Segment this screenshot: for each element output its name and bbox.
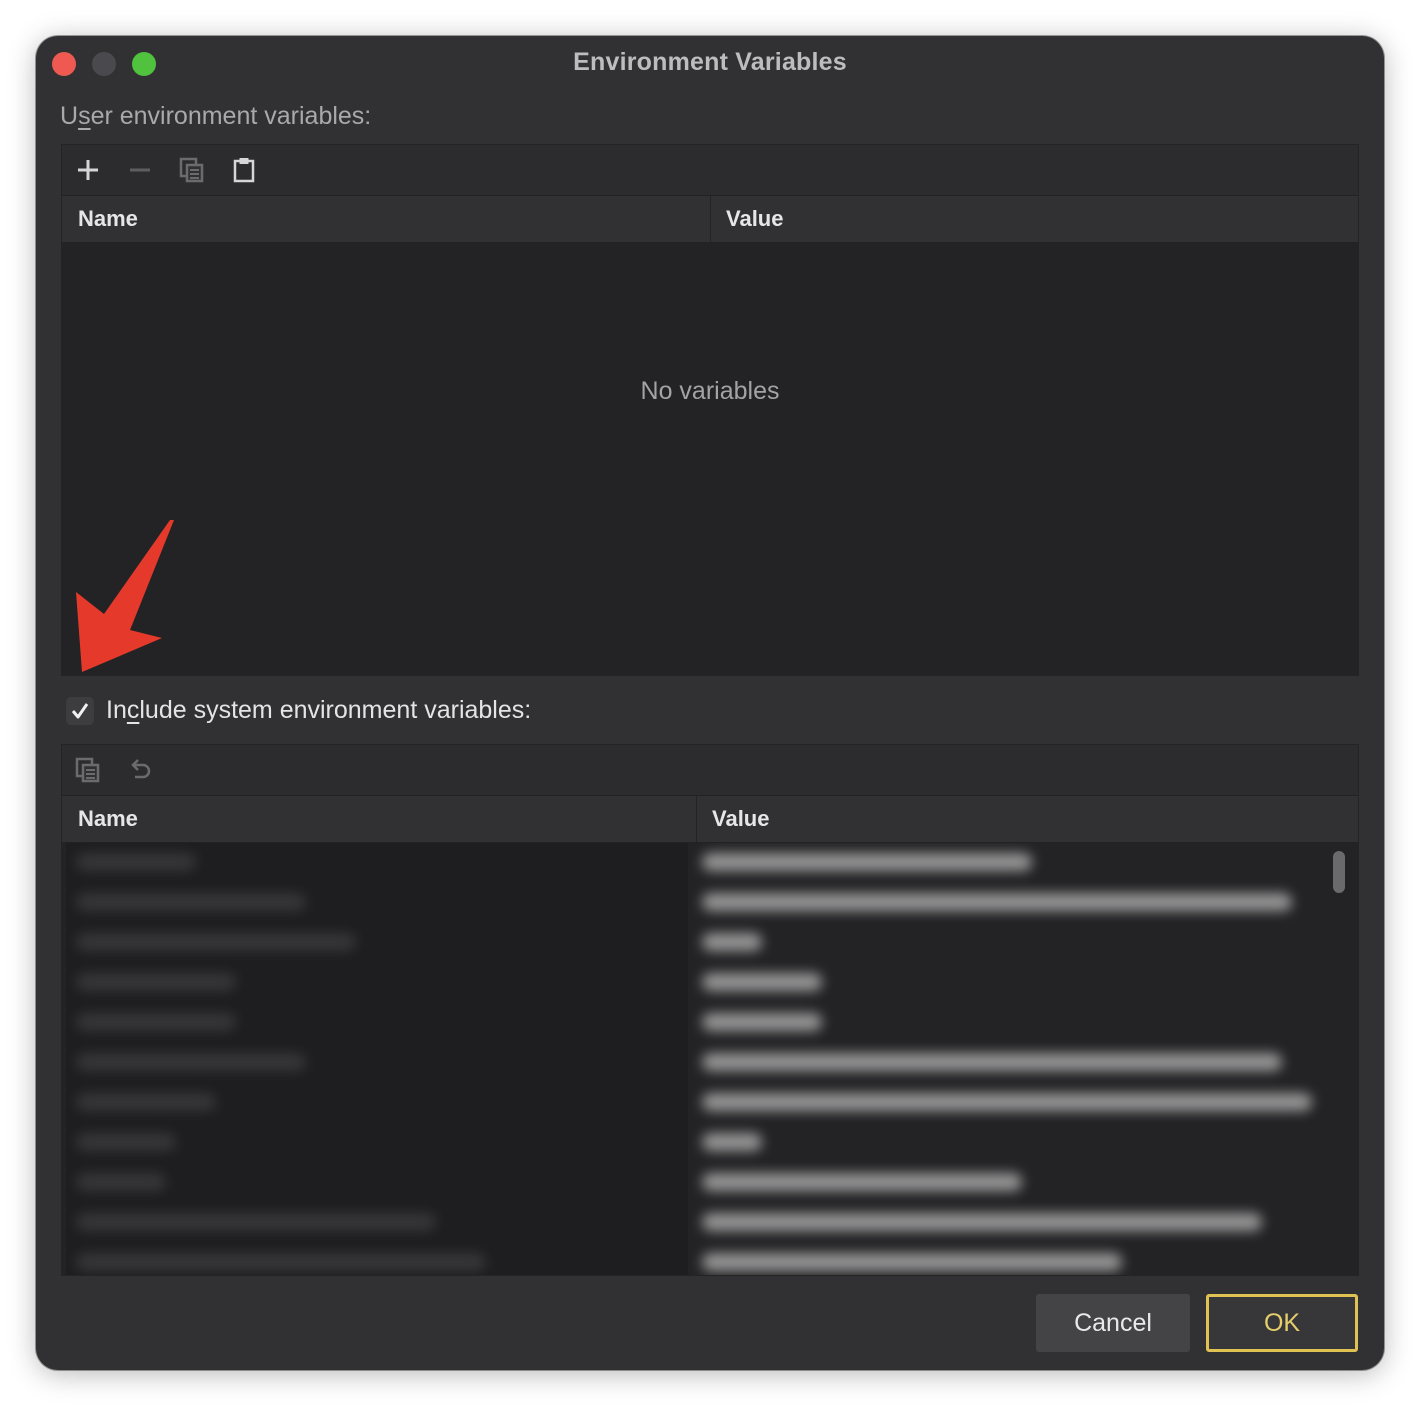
table-row[interactable] — [66, 1243, 1328, 1275]
title-bar: Environment Variables — [36, 36, 1384, 92]
system-variables-table-header: Name Value — [62, 795, 1358, 843]
name-column-header[interactable]: Name — [78, 796, 138, 842]
value-column-header[interactable]: Value — [726, 196, 783, 242]
environment-variables-dialog: Environment Variables User environment v… — [36, 36, 1384, 1370]
scrollbar-thumb[interactable] — [1333, 851, 1345, 893]
remove-variable-button[interactable] — [122, 152, 158, 188]
system-variables-panel: Name Value — [61, 744, 1359, 1276]
redacted-variable-name — [76, 893, 306, 911]
include-system-variables-label[interactable]: Include system environment variables: — [106, 696, 531, 725]
copy-system-variable-button[interactable] — [70, 752, 106, 788]
table-row[interactable] — [66, 1043, 1328, 1083]
table-row[interactable] — [66, 963, 1328, 1003]
system-variables-table[interactable] — [62, 843, 1358, 1275]
redacted-variable-name — [76, 1053, 306, 1071]
include-system-variables-checkbox[interactable] — [66, 697, 94, 725]
user-variables-label: User environment variables: — [60, 102, 372, 130]
user-variables-table[interactable]: No variables — [62, 243, 1358, 675]
redacted-variable-name — [76, 1253, 486, 1271]
annotation-arrow-icon — [76, 520, 174, 672]
redacted-variable-value — [702, 1133, 762, 1151]
cancel-button[interactable]: Cancel — [1036, 1294, 1190, 1352]
revert-system-variable-button[interactable] — [122, 752, 158, 788]
redacted-variable-name — [76, 933, 356, 951]
table-row[interactable] — [66, 923, 1328, 963]
paste-variable-button[interactable] — [226, 152, 262, 188]
redacted-variable-name — [76, 1133, 176, 1151]
redacted-variable-name — [76, 1093, 216, 1111]
ok-button[interactable]: OK — [1206, 1294, 1358, 1352]
redacted-variable-value — [702, 973, 822, 991]
table-row[interactable] — [66, 1203, 1328, 1243]
name-column-header[interactable]: Name — [78, 196, 138, 242]
redacted-variable-name — [76, 1213, 436, 1231]
window-title: Environment Variables — [573, 48, 847, 76]
remove-icon — [130, 168, 150, 172]
redacted-variable-value — [702, 1093, 1312, 1111]
copy-icon — [179, 157, 204, 183]
redacted-variable-value — [702, 1253, 1122, 1271]
redacted-variable-value — [702, 1013, 822, 1031]
value-column-header[interactable]: Value — [712, 796, 769, 842]
table-row[interactable] — [66, 1163, 1328, 1203]
table-row[interactable] — [66, 1123, 1328, 1163]
table-row[interactable] — [66, 843, 1328, 883]
redacted-variable-value — [702, 933, 762, 951]
add-variable-button[interactable] — [70, 152, 106, 188]
user-variables-panel: Name Value No variables — [61, 144, 1359, 676]
redacted-variable-value — [702, 1053, 1282, 1071]
table-row[interactable] — [66, 883, 1328, 923]
redacted-variable-name — [76, 1013, 236, 1031]
vertical-scrollbar[interactable] — [1332, 843, 1354, 1275]
redacted-variable-value — [702, 1173, 1022, 1191]
redacted-variable-value — [702, 1213, 1262, 1231]
redacted-variable-name — [76, 853, 196, 871]
redacted-variable-value — [702, 853, 1032, 871]
empty-table-message: No variables — [640, 377, 780, 405]
redacted-variable-name — [76, 1173, 166, 1191]
user-variables-toolbar — [62, 145, 1358, 195]
undo-icon — [131, 759, 151, 779]
paste-icon — [233, 158, 255, 183]
redacted-variable-name — [76, 973, 236, 991]
system-variables-toolbar — [62, 745, 1358, 795]
add-icon — [78, 160, 98, 180]
redacted-variable-value — [702, 893, 1292, 911]
system-variables-rows — [66, 843, 1328, 1275]
user-variables-table-header: Name Value — [62, 195, 1358, 243]
copy-variable-button[interactable] — [174, 152, 210, 188]
checkmark-icon — [71, 703, 89, 719]
table-row[interactable] — [66, 1003, 1328, 1043]
copy-icon — [75, 757, 100, 783]
table-row[interactable] — [66, 1083, 1328, 1123]
